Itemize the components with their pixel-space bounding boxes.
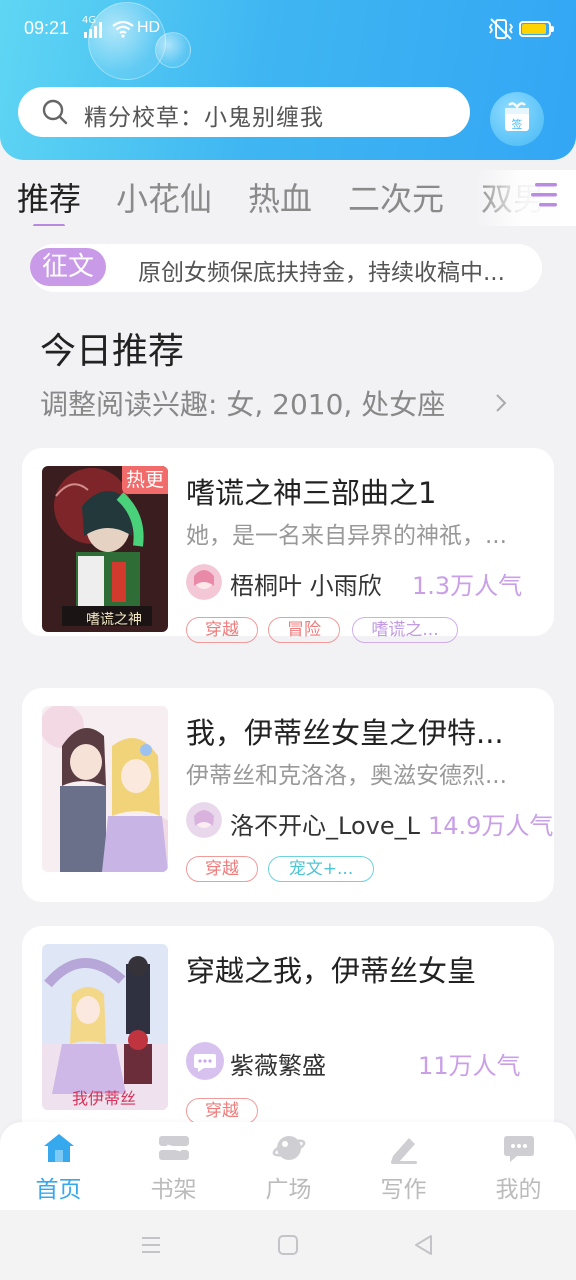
menu-icon[interactable]	[140, 1235, 162, 1255]
book-title: 我，伊蒂丝女皇之伊特...	[186, 716, 504, 750]
chat-bubble-icon	[504, 1136, 534, 1162]
nav-mine[interactable]: 我的	[461, 1122, 576, 1210]
book-title: 穿越之我，伊蒂丝女皇	[186, 954, 477, 988]
book-cover	[42, 706, 168, 872]
signal-icon	[84, 22, 102, 38]
book-cover: 我伊蒂丝	[42, 944, 168, 1110]
gift-icon: 签	[505, 102, 529, 131]
author-name: 紫薇繁盛	[230, 1052, 326, 1080]
hot-update-badge: 热更	[122, 466, 168, 494]
tab-recommend[interactable]: 推荐	[17, 174, 81, 220]
tab-ciyuan[interactable]: 二次元	[348, 174, 444, 220]
vibrate-icon	[488, 18, 514, 40]
popularity-count: 1.3万人气	[412, 572, 523, 600]
genre-tag[interactable]: 穿越	[186, 1098, 258, 1124]
bottom-nav: 首页 书架 广场 写作 我的	[0, 1122, 576, 1210]
chevron-right-icon	[496, 394, 507, 412]
genre-tag[interactable]: 穿越	[186, 617, 258, 643]
search-suggestion-text: 精分校草：小鬼别缠我	[84, 105, 324, 131]
book-card[interactable]: 嗜谎之神 热更 嗜谎之神三部曲之1 她，是一名来自异界的神祇，... 梧桐叶 小…	[22, 448, 554, 643]
sign-label: 签	[512, 117, 523, 131]
genre-tag[interactable]: 穿越	[186, 856, 258, 882]
book-description: 她，是一名来自异界的神祇，...	[186, 523, 507, 549]
book-card[interactable]: 我伊蒂丝 穿越之我，伊蒂丝女皇 紫薇繁盛 11万人气 穿越	[22, 926, 554, 1140]
genre-tag[interactable]: 嗜谎之...	[352, 617, 458, 643]
notice-text: 原创女频保底扶持金，持续收稿中...	[138, 260, 505, 286]
active-tab-indicator	[33, 224, 65, 226]
system-navigation-bar	[0, 1210, 576, 1280]
notice-banner[interactable]: 征文 原创女频保底扶持金，持续收稿中...	[30, 244, 542, 292]
tab-xiaohuaxian[interactable]: 小花仙	[116, 174, 212, 220]
tab-rexue[interactable]: 热血	[248, 174, 312, 220]
book-description: 伊蒂丝和克洛洛，奥滋安德烈...	[186, 763, 507, 789]
genre-tag[interactable]: 宠文+...	[268, 856, 374, 882]
nav-write[interactable]: 写作	[346, 1122, 461, 1210]
popularity-count: 11万人气	[418, 1052, 521, 1080]
author-avatar	[186, 802, 222, 838]
author-avatar	[186, 564, 222, 600]
nav-square[interactable]: 广场	[231, 1122, 346, 1210]
chat-bubble-icon	[194, 1054, 216, 1072]
home-square-icon[interactable]	[277, 1234, 299, 1256]
status-time: 09:21	[24, 18, 70, 38]
reading-interest-link[interactable]: 调整阅读兴趣: 女, 2010, 处女座	[40, 383, 445, 423]
book-cover: 嗜谎之神 热更	[42, 466, 168, 632]
tab-fade	[476, 170, 576, 226]
svg-text:嗜谎之神: 嗜谎之神	[86, 612, 142, 628]
home-icon	[44, 1134, 74, 1162]
nav-bookshelf[interactable]: 书架	[116, 1122, 231, 1210]
notice-badge: 征文	[30, 248, 106, 286]
category-menu-icon[interactable]	[529, 180, 561, 210]
back-icon[interactable]	[412, 1233, 434, 1257]
battery-icon	[519, 21, 554, 37]
cover-art	[42, 706, 168, 872]
hd-indicator: HD	[137, 19, 161, 36]
status-bar: 09:21 4G HD	[0, 0, 576, 60]
svg-text:我伊蒂丝: 我伊蒂丝	[72, 1089, 136, 1108]
wifi-icon	[112, 20, 134, 38]
genre-tag[interactable]: 冒险	[268, 617, 340, 643]
nav-label: 我的	[495, 1177, 542, 1203]
nav-home[interactable]: 首页	[1, 1122, 116, 1210]
section-title: 今日推荐	[40, 331, 185, 372]
search-icon	[42, 99, 68, 125]
search-input[interactable]: 精分校草：小鬼别缠我	[18, 87, 470, 137]
pen-icon	[391, 1138, 417, 1164]
nav-label: 广场	[265, 1177, 312, 1203]
nav-label: 书架	[150, 1177, 197, 1203]
planet-icon	[272, 1136, 306, 1160]
nav-label: 写作	[380, 1177, 427, 1203]
author-name: 洛不开心_Love_L	[230, 812, 420, 840]
check-in-button[interactable]: 签	[490, 92, 544, 146]
cover-art: 我伊蒂丝	[42, 944, 168, 1110]
book-title: 嗜谎之神三部曲之1	[186, 476, 437, 510]
nav-label: 首页	[35, 1177, 82, 1203]
bookshelf-icon	[159, 1136, 189, 1160]
author-name: 梧桐叶 小雨欣	[230, 572, 382, 600]
book-card[interactable]: 我，伊蒂丝女皇之伊特... 伊蒂丝和克洛洛，奥滋安德烈... 洛不开心_Love…	[22, 688, 554, 902]
author-avatar	[186, 1042, 224, 1080]
popularity-count: 14.9万人气	[428, 812, 554, 840]
